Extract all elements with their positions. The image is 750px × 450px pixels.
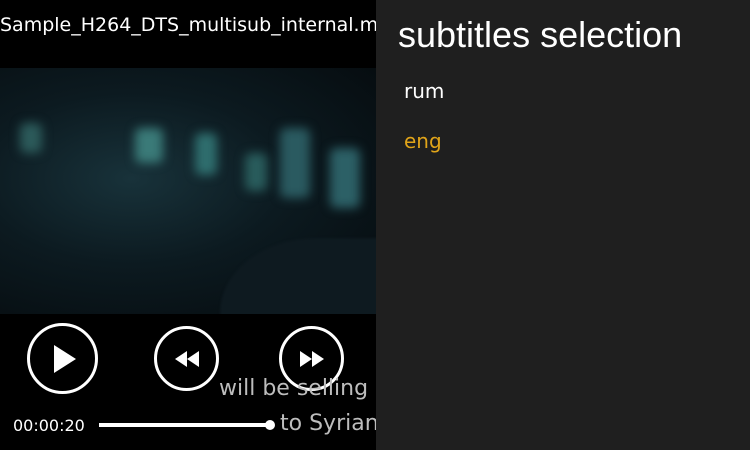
video-filename: Sample_H264_DTS_multisub_internal.mk — [0, 14, 376, 36]
rewind-icon — [174, 350, 199, 367]
bokeh-light — [280, 128, 310, 198]
fast-forward-icon — [299, 350, 324, 367]
video-frame[interactable] — [0, 68, 376, 388]
subtitle-option-rum[interactable]: rum — [404, 78, 444, 104]
play-icon — [53, 344, 76, 373]
bokeh-light — [20, 123, 42, 153]
seek-bar[interactable] — [99, 423, 270, 427]
subtitle-option-eng[interactable]: eng — [404, 128, 442, 154]
bokeh-light — [245, 153, 267, 191]
bokeh-light — [135, 128, 163, 163]
seek-thumb[interactable] — [265, 420, 275, 430]
subtitle-line: will be selling — [219, 376, 369, 401]
rewind-button[interactable] — [154, 326, 219, 391]
playback-time: 00:00:20 — [13, 416, 85, 435]
bokeh-light — [195, 133, 217, 175]
play-button[interactable] — [27, 323, 98, 394]
panel-title: subtitles selection — [398, 14, 683, 55]
subtitles-panel: subtitles selection rum eng — [376, 0, 750, 450]
subtitle-line: to Syrian — [280, 411, 376, 436]
bokeh-light — [330, 148, 360, 208]
video-player: Sample_H264_DTS_multisub_internal.mk wil… — [0, 0, 376, 450]
